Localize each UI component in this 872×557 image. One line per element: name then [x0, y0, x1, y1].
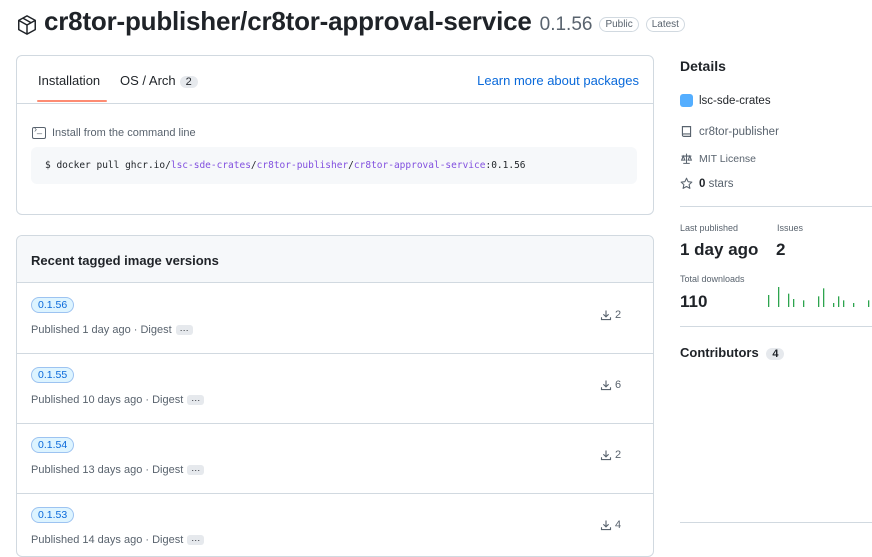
sparkline-bar [843, 300, 845, 307]
command-org-link[interactable]: lsc-sde-crates [171, 160, 251, 171]
contributors-heading: Contributors 4 [680, 345, 785, 360]
digest-expand-button[interactable]: ··· [187, 465, 205, 475]
sparkline-bar [778, 287, 780, 307]
sparkline-bar [853, 303, 855, 307]
repo-name: cr8tor-publisher [699, 125, 779, 138]
org-name: lsc-sde-crates [699, 94, 771, 107]
tab-installation[interactable]: Installation [38, 73, 100, 88]
total-downloads-value: 110 [680, 292, 708, 311]
total-downloads-label: Total downloads [680, 274, 745, 284]
version-tag-link[interactable]: 0.1.53 [31, 507, 75, 523]
license-link[interactable]: MIT License [680, 152, 756, 165]
version-row: 0.1.56 Published 1 day ago · Digest ··· 2 [17, 283, 653, 354]
sidebar-divider [680, 522, 872, 523]
command-line-text: Install from the command line [52, 127, 196, 139]
sparkline-bar [803, 300, 805, 307]
versions-heading: Recent tagged image versions [31, 253, 219, 268]
issues-label: Issues [777, 223, 804, 233]
contributors-counter: 4 [766, 348, 785, 360]
download-count: 2 [615, 449, 622, 461]
install-tabs: Installation OS / Arch 2 Learn more about… [17, 56, 653, 104]
version-published: Published 14 days ago · Digest ··· [31, 534, 205, 546]
active-tab-indicator [37, 100, 107, 102]
issues-value[interactable]: 2 [776, 240, 785, 260]
stars-link[interactable]: 0 stars [680, 177, 734, 190]
digest-expand-button[interactable]: ··· [187, 395, 205, 405]
org-link[interactable]: lsc-sde-crates [680, 94, 771, 107]
version-tag-link[interactable]: 0.1.56 [31, 297, 75, 313]
tab-os-arch-label: OS / Arch [120, 73, 176, 88]
versions-panel: Recent tagged image versions 0.1.56 Publ… [16, 235, 654, 557]
version-tag-link[interactable]: 0.1.54 [31, 437, 75, 453]
download-icon [600, 450, 612, 461]
sparkline-bar [788, 293, 790, 307]
version-published: Published 10 days ago · Digest ··· [31, 394, 205, 406]
os-arch-counter: 2 [179, 76, 198, 88]
download-icon [600, 380, 612, 391]
latest-badge: Latest [645, 17, 685, 32]
sparkline-bar [818, 296, 820, 307]
repo-link[interactable]: cr8tor-publisher [680, 125, 779, 138]
command-prefix: $ docker pull ghcr.io/ [45, 160, 171, 171]
stars-label: stars [705, 177, 734, 190]
package-icon [18, 14, 36, 35]
command-line-label: Install from the command line [32, 124, 196, 139]
version-downloads: 4 [600, 519, 621, 531]
command-owner-link[interactable]: cr8tor-publisher [257, 160, 349, 171]
published-text: Published 10 days ago · Digest [31, 394, 184, 406]
law-icon [680, 153, 693, 164]
download-count: 6 [615, 379, 622, 391]
sparkline-bar [768, 295, 770, 307]
sparkline-bar [838, 296, 840, 307]
learn-more-link[interactable]: Learn more about packages [477, 73, 639, 88]
sidebar-divider [680, 326, 872, 327]
download-count: 4 [615, 519, 622, 531]
download-icon [600, 520, 612, 531]
public-badge: Public [599, 17, 639, 32]
repo-icon [681, 126, 692, 137]
downloads-sparkline [768, 287, 870, 307]
sidebar-divider [680, 206, 872, 207]
command-package-link[interactable]: cr8tor-approval-service [354, 160, 486, 171]
last-published-value: 1 day ago [680, 240, 759, 259]
package-title: cr8tor-publisher/cr8tor-approval-service [44, 6, 532, 36]
digest-expand-button[interactable]: ··· [175, 325, 193, 335]
tab-os-arch[interactable]: OS / Arch 2 [120, 73, 198, 88]
package-header: cr8tor-publisher/cr8tor-approval-service… [16, 6, 685, 37]
version-row: 0.1.54 Published 13 days ago · Digest ···… [17, 423, 653, 494]
sparkline-bar [823, 288, 825, 307]
star-icon [680, 177, 693, 189]
version-downloads: 6 [600, 379, 621, 391]
sparkline-bar [868, 300, 870, 307]
license-name: MIT License [699, 152, 756, 165]
version-row: 0.1.55 Published 10 days ago · Digest ···… [17, 353, 653, 424]
version-downloads: 2 [600, 309, 621, 321]
digest-expand-button[interactable]: ··· [187, 535, 205, 545]
sparkline-bar [793, 299, 795, 307]
command-tag: :0.1.56 [485, 160, 526, 171]
terminal-icon [32, 124, 46, 139]
contributors-label: Contributors [680, 345, 759, 360]
version-published: Published 13 days ago · Digest ··· [31, 464, 205, 476]
installation-panel: Installation OS / Arch 2 Learn more about… [16, 55, 654, 215]
version-tag-link[interactable]: 0.1.55 [31, 367, 75, 383]
versions-header: Recent tagged image versions [17, 236, 653, 283]
download-icon [600, 310, 612, 321]
details-heading: Details [680, 58, 726, 74]
docker-command[interactable]: $ docker pull ghcr.io/lsc-sde-crates/cr8… [31, 147, 637, 184]
package-version: 0.1.56 [539, 13, 593, 35]
version-published: Published 1 day ago · Digest ··· [31, 324, 193, 336]
last-published-label: Last published [680, 223, 739, 233]
org-avatar [680, 94, 693, 107]
version-row: 0.1.53 Published 14 days ago · Digest ···… [17, 493, 653, 556]
published-text: Published 13 days ago · Digest [31, 464, 184, 476]
version-downloads: 2 [600, 449, 621, 461]
published-text: Published 14 days ago · Digest [31, 534, 184, 546]
sparkline-bar [833, 303, 835, 307]
download-count: 2 [615, 309, 622, 321]
published-text: Published 1 day ago · Digest [31, 324, 172, 336]
